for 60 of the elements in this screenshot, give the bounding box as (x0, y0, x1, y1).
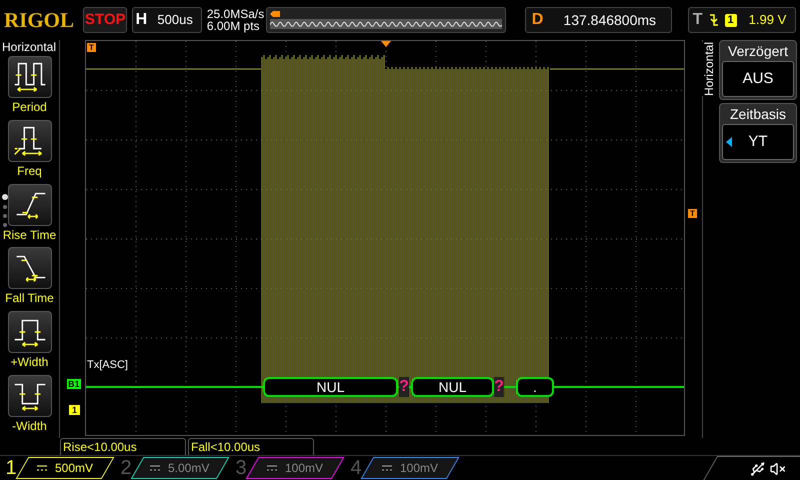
menu-title: Horizontal (1, 40, 56, 55)
softkey-title: Zeitbasis (730, 105, 786, 124)
measure-label: Rise Time (2, 226, 56, 244)
timebase-label: H (134, 10, 148, 30)
channel-scale-box[interactable]: 5.00mV (130, 457, 230, 479)
channel-scale-box[interactable]: 500mV (16, 457, 114, 479)
run-stop-button[interactable]: STOP (83, 7, 128, 33)
dc-coupling-icon (382, 465, 392, 471)
softkey-value: AUS (742, 68, 774, 89)
channel-scale: 500mV (54, 460, 94, 477)
brand-logo: RIGOL (4, 7, 74, 33)
menu-tab[interactable]: Horizontal (702, 42, 716, 96)
softkey-panel[interactable]: Zeitbasis YT (719, 103, 797, 163)
measure-button[interactable] (8, 375, 52, 418)
softkey-panel[interactable]: Verzögert AUS (719, 40, 797, 100)
decode-error-mark: ? (494, 377, 504, 397)
decode-error-mark: ? (399, 377, 409, 397)
bus-marker: B1 (67, 379, 81, 389)
softkey-value: YT (748, 132, 768, 152)
measure-button[interactable] (8, 311, 52, 354)
dc-coupling-icon (266, 465, 277, 471)
decode-frame: . (516, 377, 554, 397)
trigger-marker: T (87, 43, 96, 52)
channel-scale-box[interactable]: 100mV (246, 457, 344, 479)
channel-scale: 5.00mV (168, 460, 210, 477)
channel-scale: 100mV (400, 460, 438, 477)
dc-coupling-icon (36, 465, 47, 471)
decode-frame: NUL (263, 377, 398, 397)
decode-label: Tx[ASC] (87, 358, 128, 373)
measurement-reading: Fall<10.00us (188, 438, 314, 455)
delay-value: 137.846800ms (562, 10, 658, 30)
measure-label: -Width (12, 418, 47, 436)
timebase-value: 500us (156, 11, 194, 30)
delay-label: D (530, 10, 544, 30)
falling-edge-icon (708, 13, 719, 27)
trigger-position-icon (270, 11, 280, 17)
softkey-title: Verzögert (728, 42, 788, 61)
channel-scale: 100mV (284, 460, 324, 477)
memory-depth: 6.00M pts (206, 20, 261, 32)
channel-marker: 1 (69, 405, 80, 415)
left-arrow-icon (726, 137, 732, 147)
measure-label: Fall Time (5, 290, 54, 308)
trigger-source: 1 (724, 14, 737, 26)
trigger-level: 1.99 V (748, 11, 786, 30)
measurement-reading: Rise<10.00us (60, 438, 186, 455)
channel-scale-box[interactable]: 100mV (360, 457, 460, 479)
measure-button[interactable] (8, 120, 52, 162)
measure-button[interactable] (8, 184, 52, 226)
decode-frame: NUL (411, 377, 494, 397)
trigger-label: T (692, 10, 703, 30)
measure-button[interactable] (8, 56, 52, 98)
usb-icon (750, 460, 766, 476)
measure-button[interactable] (8, 247, 52, 290)
dc-coupling-icon (150, 465, 160, 471)
measure-label: Period (12, 99, 47, 116)
trigger-position-marker-icon (381, 41, 391, 47)
trigger-level-marker: T (688, 209, 697, 218)
speaker-muted-icon (770, 460, 786, 476)
measure-label: +Width (10, 354, 48, 372)
measure-label: Freq (17, 162, 42, 180)
